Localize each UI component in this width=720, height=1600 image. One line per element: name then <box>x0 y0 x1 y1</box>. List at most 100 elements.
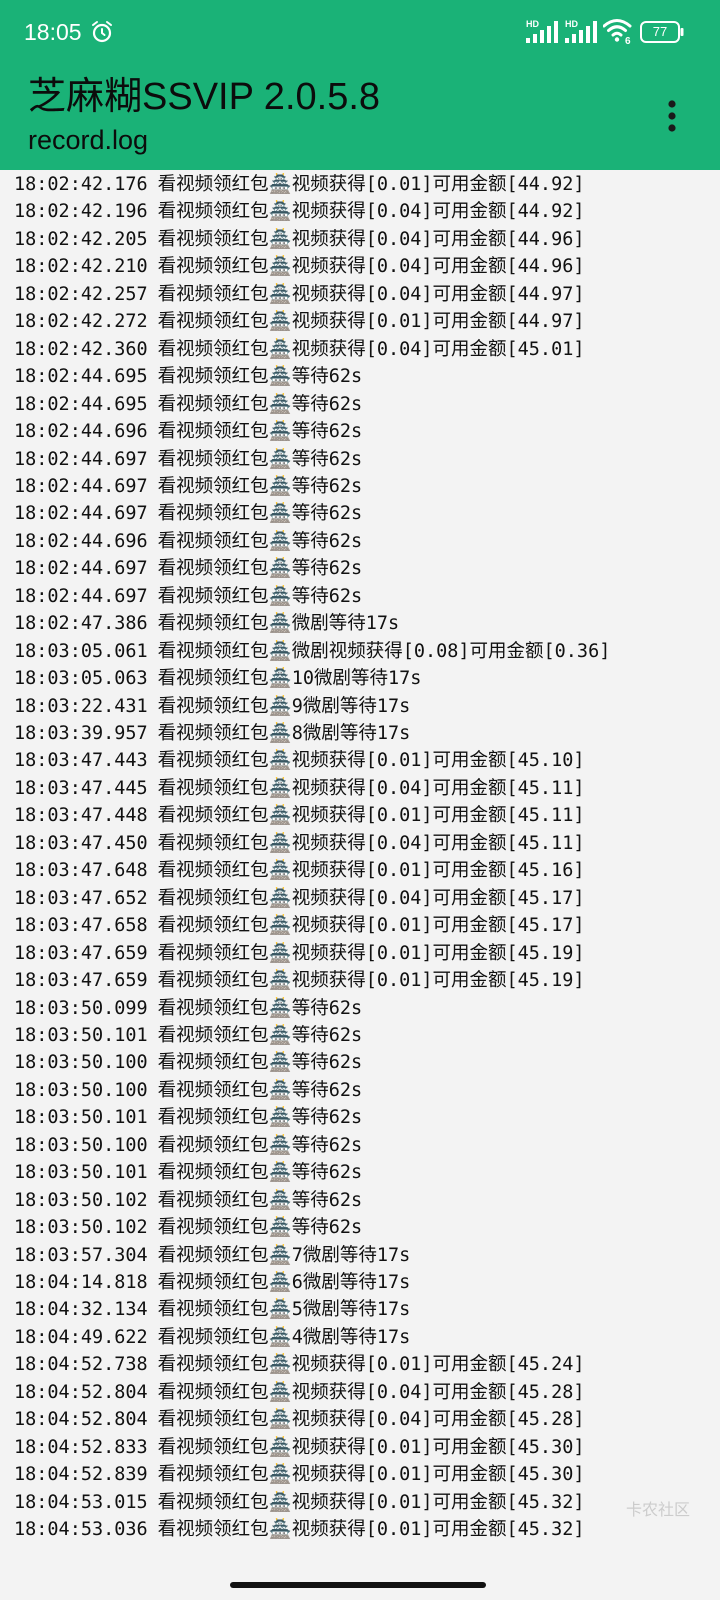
svg-text:HD: HD <box>565 19 578 29</box>
log-message: 看视频领红包🏯等待62s <box>157 1162 363 1184</box>
log-timestamp: 18:04:53.036 <box>14 1519 148 1541</box>
log-timestamp: 18:02:44.695 <box>14 393 148 415</box>
log-message: 看视频领红包🏯视频获得[0.01]可用金额[45.19] <box>157 970 585 992</box>
log-entry: 18:03:57.304 看视频领红包🏯7微剧等待17s <box>14 1242 410 1270</box>
log-timestamp: 18:02:44.697 <box>14 558 148 580</box>
log-entry: 18:02:44.697 看视频领红包🏯等待62s <box>14 473 362 501</box>
log-timestamp: 18:02:42.360 <box>14 338 148 360</box>
log-message: 看视频领红包🏯视频获得[0.01]可用金额[44.97] <box>157 311 585 333</box>
log-timestamp: 18:03:47.659 <box>14 970 148 992</box>
log-entry: 18:02:44.697 看视频领红包🏯等待62s <box>14 555 362 583</box>
log-entry: 18:03:47.652 看视频领红包🏯视频获得[0.04]可用金额[45.17] <box>14 885 585 913</box>
log-timestamp: 18:03:47.445 <box>14 777 148 799</box>
log-timestamp: 18:03:50.100 <box>14 1052 148 1074</box>
log-timestamp: 18:04:14.818 <box>14 1272 148 1293</box>
log-entry: 18:04:14.818 看视频领红包🏯6微剧等待17s <box>14 1269 410 1297</box>
log-entry: 18:04:53.036 看视频领红包🏯视频获得[0.01]可用金额[45.32] <box>14 1516 585 1544</box>
log-entry: 18:03:50.102 看视频领红包🏯等待62s <box>14 1187 362 1215</box>
log-timestamp: 18:04:52.804 <box>14 1381 148 1403</box>
log-message: 看视频领红包🏯等待62s <box>157 1024 363 1046</box>
log-timestamp: 18:03:57.304 <box>14 1244 148 1266</box>
log-message: 看视频领红包🏯7微剧等待17s <box>157 1244 411 1266</box>
log-entry: 18:04:49.622 看视频领红包🏯4微剧等待17s <box>14 1324 410 1352</box>
log-entry: 18:02:42.176 看视频领红包🏯视频获得[0.01]可用金额[44.92] <box>14 171 585 199</box>
log-timestamp: 18:03:50.102 <box>14 1217 148 1239</box>
log-entry: 18:02:42.360 看视频领红包🏯视频获得[0.04]可用金额[45.01] <box>14 336 585 364</box>
log-message: 看视频领红包🏯4微剧等待17s <box>157 1326 411 1348</box>
log-message: 看视频领红包🏯等待62s <box>157 997 363 1019</box>
log-timestamp: 18:02:42.210 <box>14 256 148 278</box>
app-title: 芝麻糊SSVIP 2.0.5.8 <box>28 76 381 118</box>
log-timestamp: 18:03:47.443 <box>14 750 148 772</box>
log-message: 看视频领红包🏯视频获得[0.01]可用金额[45.32] <box>157 1519 585 1541</box>
status-time: 18:05 <box>24 19 82 45</box>
log-entry: 18:03:47.659 看视频领红包🏯视频获得[0.01]可用金额[45.19] <box>14 967 585 995</box>
log-message: 看视频领红包🏯微剧等待17s <box>157 613 400 635</box>
log-entry: 18:03:47.448 看视频领红包🏯视频获得[0.01]可用金额[45.11] <box>14 802 585 830</box>
log-message: 看视频领红包🏯等待62s <box>157 475 363 497</box>
log-entry: 18:03:50.100 看视频领红包🏯等待62s <box>14 1049 362 1077</box>
log-message: 看视频领红包🏯等待62s <box>157 448 363 470</box>
log-entry: 18:02:42.272 看视频领红包🏯视频获得[0.01]可用金额[44.97] <box>14 308 585 336</box>
log-timestamp: 18:03:47.648 <box>14 860 148 882</box>
signal-hd-icon: HD <box>565 19 597 43</box>
log-entry: 18:02:42.196 看视频领红包🏯视频获得[0.04]可用金额[44.92] <box>14 198 585 226</box>
log-entry: 18:03:50.100 看视频领红包🏯等待62s <box>14 1077 362 1105</box>
log-message: 看视频领红包🏯等待62s <box>157 1079 363 1101</box>
log-timestamp: 18:03:39.957 <box>14 723 148 744</box>
log-timestamp: 18:04:52.804 <box>14 1409 148 1431</box>
log-timestamp: 18:02:44.697 <box>14 475 148 497</box>
log-timestamp: 18:02:42.176 <box>14 174 148 195</box>
log-entry: 18:02:42.210 看视频领红包🏯视频获得[0.04]可用金额[44.96] <box>14 253 585 281</box>
log-message: 看视频领红包🏯视频获得[0.01]可用金额[45.24] <box>157 1354 585 1376</box>
log-timestamp: 18:03:50.101 <box>14 1162 148 1184</box>
log-entry: 18:03:39.957 看视频领红包🏯8微剧等待17s <box>14 720 410 748</box>
status-bar: 18:05 HD HD 6 77 <box>0 0 720 62</box>
log-message: 看视频领红包🏯等待62s <box>157 1052 363 1074</box>
more-vertical-icon[interactable] <box>666 98 678 134</box>
log-timestamp: 18:03:47.652 <box>14 887 148 909</box>
log-entry: 18:02:44.695 看视频领红包🏯等待62s <box>14 363 362 391</box>
log-timestamp: 18:02:42.205 <box>14 228 148 250</box>
log-entry: 18:03:50.101 看视频领红包🏯等待62s <box>14 1104 362 1132</box>
gesture-bar[interactable] <box>230 1582 486 1588</box>
log-timestamp: 18:03:50.102 <box>14 1189 148 1211</box>
log-message: 看视频领红包🏯视频获得[0.01]可用金额[45.19] <box>157 942 585 964</box>
log-timestamp: 18:03:22.431 <box>14 695 148 717</box>
log-entry: 18:04:52.738 看视频领红包🏯视频获得[0.01]可用金额[45.24] <box>14 1351 585 1379</box>
log-timestamp: 18:02:44.697 <box>14 503 148 525</box>
log-entry: 18:04:52.804 看视频领红包🏯视频获得[0.04]可用金额[45.28] <box>14 1406 585 1434</box>
log-message: 看视频领红包🏯等待62s <box>157 366 363 388</box>
log-timestamp: 18:03:47.448 <box>14 805 148 827</box>
log-message: 看视频领红包🏯视频获得[0.01]可用金额[45.16] <box>157 860 585 882</box>
log-entry: 18:03:47.658 看视频领红包🏯视频获得[0.01]可用金额[45.17] <box>14 912 585 940</box>
app-subtitle: record.log <box>28 125 149 155</box>
log-timestamp: 18:03:05.061 <box>14 640 148 662</box>
log-timestamp: 18:04:32.134 <box>14 1299 148 1321</box>
wifi-6-icon: 6 <box>603 19 632 45</box>
log-message: 看视频领红包🏯视频获得[0.01]可用金额[44.92] <box>157 174 585 195</box>
log-message: 看视频领红包🏯等待62s <box>157 1217 363 1239</box>
log-message: 看视频领红包🏯视频获得[0.01]可用金额[45.30] <box>157 1464 585 1486</box>
log-message: 看视频领红包🏯等待62s <box>157 421 363 443</box>
log-message: 看视频领红包🏯等待62s <box>157 503 363 525</box>
log-entry: 18:02:47.386 看视频领红包🏯微剧等待17s <box>14 610 399 638</box>
log-timestamp: 18:04:52.738 <box>14 1354 148 1376</box>
log-entry: 18:02:44.696 看视频领红包🏯等待62s <box>14 528 362 556</box>
log-message: 看视频领红包🏯9微剧等待17s <box>157 695 411 717</box>
log-list[interactable]: 18:02:42.176 看视频领红包🏯视频获得[0.01]可用金额[44.92]… <box>0 170 720 1580</box>
log-timestamp: 18:03:50.101 <box>14 1024 148 1046</box>
app-bar: 芝麻糊SSVIP 2.0.5.8 record.log <box>0 62 720 170</box>
log-message: 看视频领红包🏯视频获得[0.04]可用金额[44.97] <box>157 283 585 305</box>
signal-hd-icon: HD <box>526 19 558 43</box>
log-entry: 18:03:50.100 看视频领红包🏯等待62s <box>14 1132 362 1160</box>
log-entry: 18:04:53.015 看视频领红包🏯视频获得[0.01]可用金额[45.32] <box>14 1489 585 1517</box>
log-entry: 18:03:47.450 看视频领红包🏯视频获得[0.04]可用金额[45.11] <box>14 830 585 858</box>
log-timestamp: 18:03:47.450 <box>14 832 148 854</box>
log-entry: 18:04:52.804 看视频领红包🏯视频获得[0.04]可用金额[45.28] <box>14 1379 585 1407</box>
log-timestamp: 18:03:50.100 <box>14 1134 148 1156</box>
log-entry: 18:03:50.099 看视频领红包🏯等待62s <box>14 995 362 1023</box>
log-message: 看视频领红包🏯视频获得[0.01]可用金额[45.30] <box>157 1436 585 1458</box>
log-message: 看视频领红包🏯等待62s <box>157 1134 363 1156</box>
log-entry: 18:02:44.697 看视频领红包🏯等待62s <box>14 446 362 474</box>
